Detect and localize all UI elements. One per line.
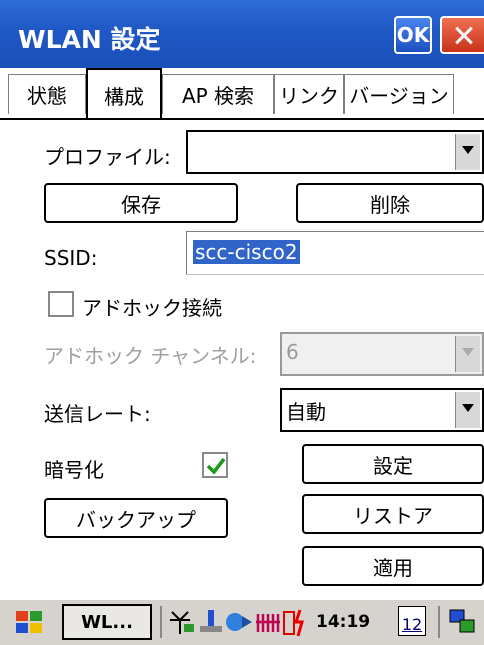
chevron-down-icon[interactable] [455, 392, 480, 428]
tab-status[interactable]: 状態 [8, 74, 86, 114]
adhoc-channel-dropdown: 6 [280, 332, 484, 376]
restore-button[interactable]: リストア [302, 494, 484, 534]
close-button[interactable] [440, 16, 484, 54]
tab-version[interactable]: バージョン [344, 74, 454, 114]
chevron-down-icon[interactable] [455, 134, 480, 170]
windows-flag-icon[interactable] [10, 608, 50, 638]
adhoc-checkbox[interactable] [48, 291, 74, 317]
tab-divider [0, 118, 484, 120]
tx-rate-value: 自動 [286, 400, 326, 424]
battery-charging-icon[interactable] [282, 606, 310, 638]
delete-button[interactable]: 削除 [296, 183, 484, 223]
ssid-input[interactable]: scc-cisco2 [186, 231, 484, 275]
tab-config[interactable]: 構成 [86, 68, 162, 120]
tab-strip: 状態 構成 AP 検索 リンク バージョン [0, 68, 484, 120]
ssid-label: SSID: [44, 246, 98, 270]
checkmark-icon [206, 457, 226, 475]
taskbar-separator [160, 606, 162, 638]
encryption-label: 暗号化 [44, 458, 104, 482]
backup-button[interactable]: バックアップ [44, 498, 228, 538]
ok-button[interactable]: OK [394, 16, 432, 54]
tab-ap-search[interactable]: AP 検索 [162, 74, 274, 114]
usb-icon[interactable] [198, 608, 224, 636]
chevron-down-icon [455, 336, 480, 372]
sync-icon[interactable] [224, 608, 254, 636]
save-button[interactable]: 保存 [44, 183, 238, 223]
task-button[interactable]: WL... [62, 604, 152, 640]
tx-rate-dropdown[interactable]: 自動 [280, 388, 484, 432]
calendar-day[interactable]: 12 [398, 606, 426, 636]
title-bar: WLAN 設定 OK [0, 0, 484, 68]
tx-rate-label: 送信レート: [44, 402, 151, 426]
profile-label: プロファイル: [44, 145, 171, 169]
adhoc-label: アドホック接続 [82, 296, 222, 320]
taskbar-separator [438, 606, 440, 638]
encryption-checkbox[interactable] [202, 452, 228, 478]
adhoc-channel-value: 6 [286, 340, 299, 364]
tab-link[interactable]: リンク [274, 74, 344, 114]
profile-dropdown[interactable] [186, 130, 484, 174]
ssid-value: scc-cisco2 [193, 240, 300, 264]
desktop-icon[interactable] [448, 608, 478, 636]
window-title: WLAN 設定 [18, 25, 161, 54]
settings-button[interactable]: 設定 [302, 444, 484, 484]
taskbar: WL... 14:19 12 [0, 598, 484, 645]
clock-time[interactable]: 14:19 [316, 606, 370, 638]
apply-button[interactable]: 適用 [302, 546, 484, 586]
signal-icon[interactable] [256, 608, 282, 636]
adhoc-channel-label: アドホック チャンネル: [44, 344, 257, 368]
antenna-icon[interactable] [168, 608, 198, 636]
